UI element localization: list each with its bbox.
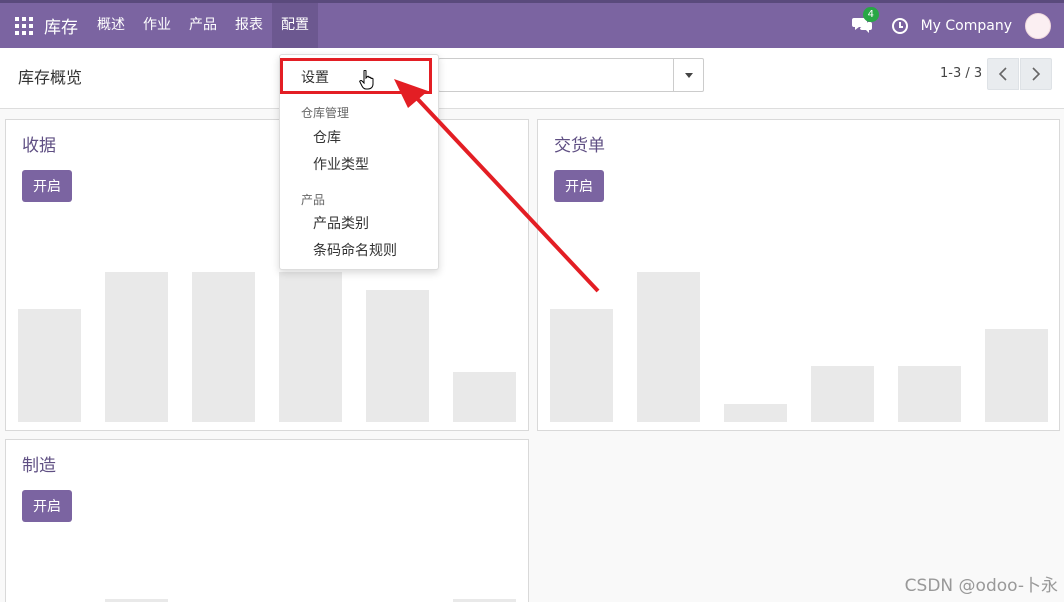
graph-bar	[637, 272, 700, 422]
menu-item-barcode-nomenclatures[interactable]: 条码命名规则	[313, 240, 397, 260]
open-button[interactable]: 开启	[554, 170, 604, 202]
pager-next-button[interactable]	[1020, 58, 1052, 90]
graph-bar	[811, 366, 874, 422]
hand-cursor-icon	[359, 70, 374, 90]
graph-bar	[18, 309, 81, 422]
card-title[interactable]: 收据	[22, 131, 56, 156]
graph-bar	[192, 272, 255, 422]
nav-item-overview[interactable]: 概述	[88, 3, 134, 48]
nav-item-operations[interactable]: 作业	[134, 3, 180, 48]
nav-item-reporting[interactable]: 报表	[226, 3, 272, 48]
breadcrumb: 库存概览	[18, 68, 83, 87]
pager-previous-button[interactable]	[987, 58, 1019, 90]
highlight-box	[280, 58, 432, 94]
user-avatar[interactable]	[1025, 12, 1051, 39]
menu-section-warehouse: 仓库管理	[301, 106, 350, 120]
nav-item-products[interactable]: 产品	[180, 3, 226, 48]
top-navbar: 库存 概述 作业 产品 报表 配置 4 My Company	[0, 0, 1064, 48]
pager-value[interactable]: 1-3 / 3	[940, 66, 982, 81]
graph-bar	[724, 404, 787, 422]
card-manufacturing[interactable]: 制造 开启	[5, 439, 529, 602]
menu-section-products: 产品	[301, 193, 326, 207]
chevron-left-icon	[998, 67, 1007, 81]
search-input[interactable]	[438, 58, 704, 92]
chat-badge: 4	[862, 6, 879, 22]
graph-bar	[279, 272, 342, 422]
control-panel: 库存概览 1-3 / 3	[0, 48, 1064, 109]
open-button[interactable]: 开启	[22, 170, 72, 202]
menu-item-operation-types[interactable]: 作业类型	[313, 154, 369, 174]
company-switcher[interactable]: My Company	[921, 18, 1012, 34]
graph-bar	[898, 366, 961, 422]
graph[interactable]	[6, 440, 528, 602]
menu-item-warehouses[interactable]: 仓库	[313, 127, 341, 147]
card-receipts[interactable]: 收据 开启	[5, 119, 529, 431]
graph[interactable]	[6, 250, 528, 430]
chat-icon[interactable]: 4	[851, 6, 879, 36]
kanban-view: 收据 开启 交货单 开启 制造 开启	[0, 109, 1064, 602]
activity-clock-icon[interactable]	[891, 17, 908, 34]
graph-bar	[453, 372, 516, 422]
watermark: CSDN @odoo-卜永	[904, 576, 1058, 596]
app-brand[interactable]: 库存	[44, 13, 78, 38]
graph-bar	[985, 329, 1048, 422]
chevron-right-icon	[1032, 67, 1041, 81]
nav-item-configuration[interactable]: 配置	[272, 3, 318, 48]
graph-bar	[105, 272, 168, 422]
graph-bar	[550, 309, 613, 422]
graph-bar	[366, 290, 429, 422]
menu-item-product-categories[interactable]: 产品类别	[313, 213, 369, 233]
graph[interactable]	[538, 250, 1059, 430]
card-delivery[interactable]: 交货单 开启	[537, 119, 1060, 431]
apps-grid-icon[interactable]	[15, 16, 33, 35]
card-title[interactable]: 交货单	[554, 131, 605, 156]
search-options-toggle[interactable]	[673, 59, 703, 91]
